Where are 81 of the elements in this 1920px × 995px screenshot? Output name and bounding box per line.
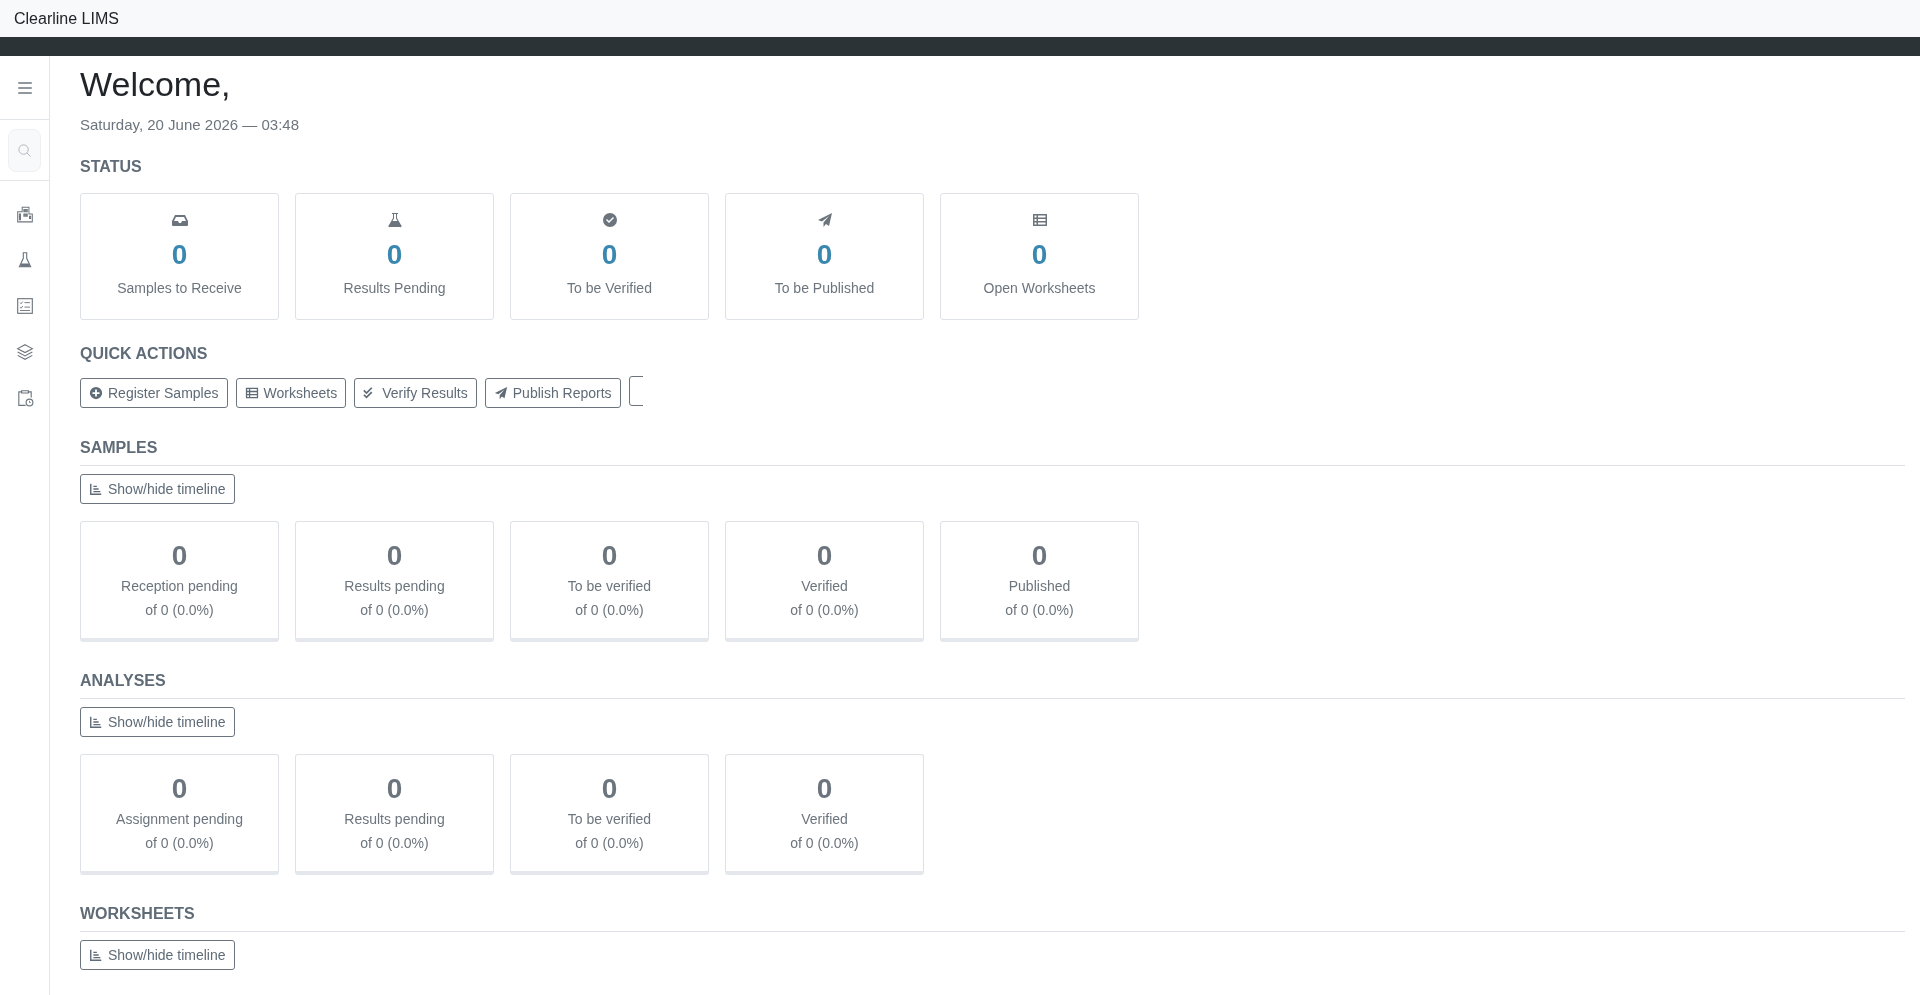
- stat-card[interactable]: 0 Verified of 0 (0.0%): [725, 754, 924, 875]
- stat-card[interactable]: 0 Published of 0 (0.0%): [940, 521, 1139, 642]
- check-badge-icon: [601, 212, 618, 228]
- stat-count: 0: [1031, 539, 1048, 573]
- section-heading: QUICK ACTIONS: [80, 345, 209, 363]
- stat-card[interactable]: 0 To be verified of 0 (0.0%): [510, 754, 709, 875]
- stat-count: 0: [386, 772, 403, 806]
- stat-count: 0: [171, 539, 188, 573]
- stat-count: 0: [386, 539, 403, 573]
- stat-label: Results pending: [344, 811, 445, 827]
- stat-label: Verified: [801, 578, 848, 594]
- table-list-icon: [1031, 212, 1048, 228]
- app-title: Clearline LIMS: [14, 9, 119, 28]
- status-count: 0: [386, 238, 403, 272]
- status-card[interactable]: 0 To be Published: [725, 193, 924, 320]
- section-heading: WORKSHEETS: [80, 905, 1905, 932]
- stat-ratio: of 0 (0.0%): [790, 835, 859, 851]
- chart-icon: [89, 482, 103, 496]
- flask-icon: [386, 212, 403, 228]
- search-icon: [17, 142, 32, 158]
- status-card[interactable]: 0 To be Verified: [510, 193, 709, 320]
- stat-count: 0: [816, 772, 833, 806]
- quick-action-button[interactable]: Register Samples: [80, 377, 228, 408]
- quick-action-button[interactable]: Verify Results: [354, 377, 477, 408]
- stat-card[interactable]: 0 Results pending of 0 (0.0%): [295, 521, 494, 642]
- status-label: To be Verified: [567, 280, 652, 296]
- date-time: Saturday, 20 June 2026 — 03:48: [80, 116, 301, 133]
- stat-label: Verified: [801, 811, 848, 827]
- status-label: Samples to Receive: [117, 280, 242, 296]
- stat-ratio: of 0 (0.0%): [1005, 602, 1074, 618]
- layers-icon[interactable]: [15, 343, 34, 361]
- stat-ratio: of 0 (0.0%): [145, 602, 214, 618]
- timeline-toggle-button[interactable]: Show/hide timeline: [80, 940, 235, 970]
- stat-label: To be verified: [567, 811, 652, 827]
- stat-count: 0: [171, 772, 188, 806]
- stat-ratio: of 0 (0.0%): [790, 602, 859, 618]
- section-heading: STATUS: [80, 158, 143, 176]
- inbox-icon: [171, 212, 188, 228]
- table-list-icon: [244, 385, 259, 400]
- paper-plane-icon: [816, 212, 833, 228]
- status-card[interactable]: 0 Samples to Receive: [80, 193, 279, 320]
- quick-action-button[interactable]: Publish Reports: [484, 377, 621, 408]
- timeline-toggle-button[interactable]: Show/hide timeline: [80, 474, 235, 504]
- stat-card[interactable]: 0 Results pending of 0 (0.0%): [295, 754, 494, 875]
- status-card[interactable]: 0 Results Pending: [295, 193, 494, 320]
- status-label: Results Pending: [343, 280, 446, 296]
- stat-card[interactable]: 0 To be verified of 0 (0.0%): [510, 521, 709, 642]
- stat-card[interactable]: 0 Verified of 0 (0.0%): [725, 521, 924, 642]
- status-card[interactable]: 0 Open Worksheets: [940, 193, 1139, 320]
- stat-ratio: of 0 (0.0%): [360, 602, 429, 618]
- stat-ratio: of 0 (0.0%): [145, 835, 214, 851]
- stat-count: 0: [601, 772, 618, 806]
- stat-label: Reception pending: [121, 578, 238, 594]
- stat-count: 0: [816, 539, 833, 573]
- stat-ratio: of 0 (0.0%): [575, 835, 644, 851]
- status-count: 0: [816, 238, 833, 272]
- status-label: Open Worksheets: [983, 280, 1096, 296]
- stat-label: To be verified: [567, 578, 652, 594]
- checklist-icon[interactable]: [15, 297, 34, 315]
- stat-ratio: of 0 (0.0%): [575, 602, 644, 618]
- status-count: 0: [1031, 238, 1048, 272]
- status-label: To be Published: [774, 280, 875, 296]
- status-count: 0: [601, 238, 618, 272]
- stat-label: Assignment pending: [116, 811, 243, 827]
- chart-icon: [89, 715, 103, 729]
- stat-card[interactable]: 0 Reception pending of 0 (0.0%): [80, 521, 279, 642]
- section-heading: ANALYSES: [80, 672, 1905, 699]
- buildings-icon[interactable]: [15, 205, 34, 223]
- stat-label: Published: [1008, 578, 1071, 594]
- timeline-toggle-button[interactable]: Show/hide timeline: [80, 707, 235, 737]
- quick-action-button[interactable]: Worksheets: [235, 377, 347, 408]
- paper-plane-icon: [493, 385, 508, 400]
- stat-card[interactable]: 0 Assignment pending of 0 (0.0%): [80, 754, 279, 875]
- section-heading: SAMPLES: [80, 439, 1905, 466]
- status-count: 0: [171, 238, 188, 272]
- welcome-heading: Welcome,: [80, 64, 232, 105]
- stat-label: Results pending: [344, 578, 445, 594]
- chart-icon: [89, 948, 103, 962]
- stat-count: 0: [601, 539, 618, 573]
- stat-ratio: of 0 (0.0%): [360, 835, 429, 851]
- clipboard-clock-icon[interactable]: [15, 389, 34, 407]
